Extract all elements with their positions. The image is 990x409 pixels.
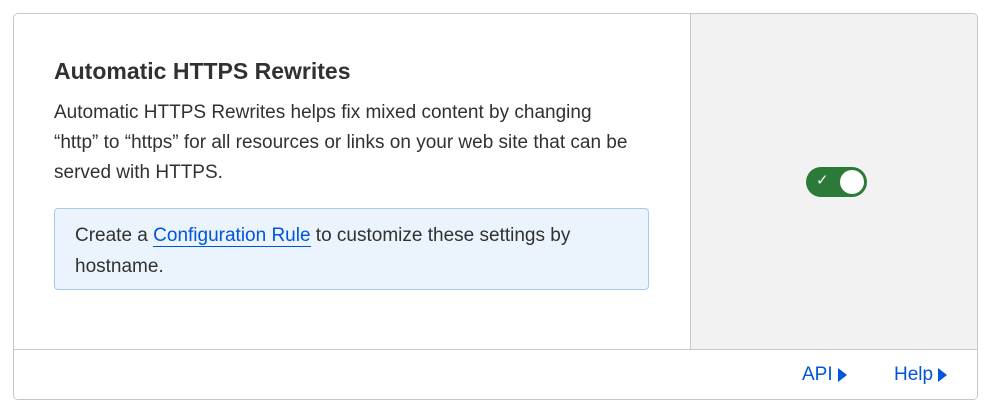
- api-link[interactable]: API: [802, 364, 847, 386]
- setting-description: Automatic HTTPS Rewrites helps fix mixed…: [54, 102, 628, 183]
- help-link-label: Help: [894, 364, 934, 385]
- info-box: Create a Configuration Rule to customize…: [54, 208, 649, 290]
- toggle-knob: [840, 170, 864, 194]
- caret-right-icon: [938, 368, 948, 382]
- api-link-label: API: [802, 364, 833, 385]
- setting-control-panel: ✓: [690, 14, 977, 349]
- https-rewrites-toggle[interactable]: ✓: [806, 167, 867, 197]
- info-text-before: Create a: [75, 225, 154, 246]
- help-link[interactable]: Help: [894, 364, 948, 386]
- caret-right-icon: [837, 368, 847, 382]
- setting-main-panel: Automatic HTTPS Rewrites Automatic HTTPS…: [14, 14, 690, 349]
- configuration-rule-link[interactable]: Configuration Rule: [153, 225, 311, 247]
- card-footer: API Help: [14, 349, 977, 399]
- check-icon: ✓: [816, 171, 829, 189]
- setting-title: Automatic HTTPS Rewrites: [54, 58, 351, 84]
- setting-card: Automatic HTTPS Rewrites Automatic HTTPS…: [13, 13, 978, 400]
